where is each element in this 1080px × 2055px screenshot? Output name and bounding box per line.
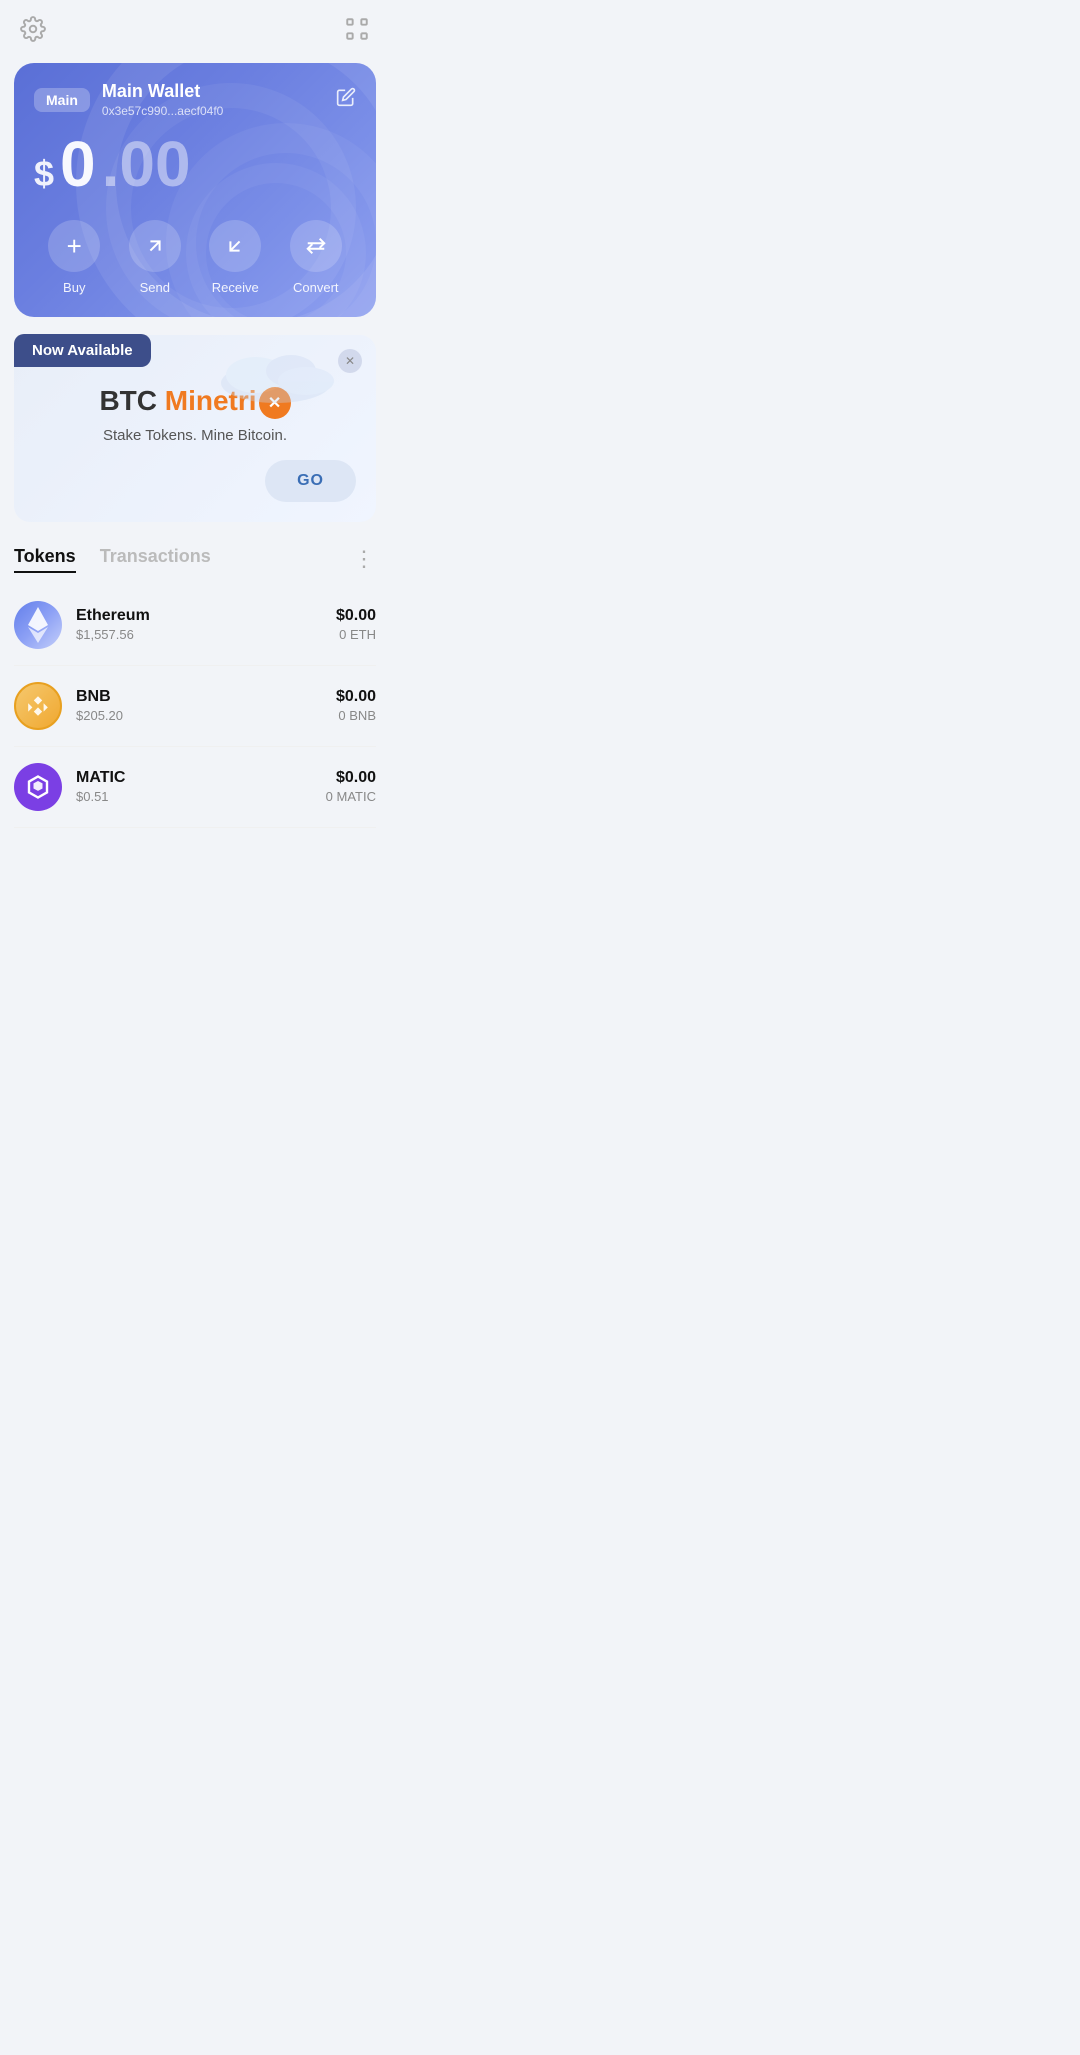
convert-icon — [290, 220, 342, 272]
eth-usd: $0.00 — [336, 607, 376, 625]
matic-token-icon — [14, 763, 62, 811]
settings-icon[interactable] — [20, 16, 46, 49]
bnb-name: BNB — [76, 688, 336, 706]
wallet-card: Main Main Wallet 0x3e57c990...aecf04f0 $… — [14, 63, 376, 317]
promo-section: Now Available ✕ BTC Minetri✕ Stake Token… — [14, 335, 376, 522]
tab-tokens[interactable]: Tokens — [14, 546, 76, 573]
matic-amount: 0 MATIC — [326, 789, 376, 804]
tab-transactions[interactable]: Transactions — [100, 546, 211, 573]
receive-icon — [209, 220, 261, 272]
balance-decimal: .00 — [102, 132, 191, 196]
bnb-token-icon — [14, 682, 62, 730]
receive-action[interactable]: Receive — [209, 220, 261, 295]
scan-icon[interactable] — [344, 16, 370, 49]
now-available-badge: Now Available — [14, 334, 151, 367]
bnb-values: $0.00 0 BNB — [336, 688, 376, 723]
token-item-eth[interactable]: Ethereum $1,557.56 $0.00 0 ETH — [14, 585, 376, 666]
edit-wallet-icon[interactable] — [336, 87, 356, 112]
bnb-amount: 0 BNB — [336, 708, 376, 723]
promo-close-button[interactable]: ✕ — [338, 349, 362, 373]
convert-label: Convert — [293, 280, 339, 295]
promo-subtitle: Stake Tokens. Mine Bitcoin. — [34, 427, 356, 444]
matic-token-info: MATIC $0.51 — [76, 769, 326, 804]
wallet-actions: + Buy Send Receive — [34, 220, 356, 295]
wallet-address: 0x3e57c990...aecf04f0 — [102, 104, 223, 118]
promo-go-button[interactable]: GO — [265, 460, 356, 502]
promo-btc-text: BTC — [99, 385, 157, 416]
send-action[interactable]: Send — [129, 220, 181, 295]
tabs-section: Tokens Transactions ⋮ — [14, 546, 376, 573]
matic-usd: $0.00 — [326, 769, 376, 787]
more-options-icon[interactable]: ⋮ — [353, 546, 376, 572]
wallet-name: Main Wallet — [102, 81, 223, 102]
wallet-header: Main Main Wallet 0x3e57c990...aecf04f0 — [34, 81, 356, 118]
bnb-usd: $0.00 — [336, 688, 376, 706]
eth-name: Ethereum — [76, 607, 336, 625]
send-label: Send — [140, 280, 170, 295]
bnb-price: $205.20 — [76, 708, 336, 723]
matic-price: $0.51 — [76, 789, 326, 804]
wallet-balance: $ 0 .00 — [34, 132, 356, 196]
balance-main: 0 — [60, 132, 96, 196]
matic-name: MATIC — [76, 769, 326, 787]
send-icon — [129, 220, 181, 272]
top-bar — [0, 0, 390, 59]
token-list: Ethereum $1,557.56 $0.00 0 ETH BNB $205.… — [14, 585, 376, 828]
wallet-tag: Main — [34, 88, 90, 112]
token-item-matic[interactable]: MATIC $0.51 $0.00 0 MATIC — [14, 747, 376, 828]
receive-label: Receive — [212, 280, 259, 295]
eth-values: $0.00 0 ETH — [336, 607, 376, 642]
buy-label: Buy — [63, 280, 85, 295]
buy-action[interactable]: + Buy — [48, 220, 100, 295]
eth-amount: 0 ETH — [336, 627, 376, 642]
token-item-bnb[interactable]: BNB $205.20 $0.00 0 BNB — [14, 666, 376, 747]
matic-values: $0.00 0 MATIC — [326, 769, 376, 804]
balance-dollar-sign: $ — [34, 153, 54, 195]
convert-action[interactable]: Convert — [290, 220, 342, 295]
eth-token-info: Ethereum $1,557.56 — [76, 607, 336, 642]
tabs-left: Tokens Transactions — [14, 546, 211, 573]
bnb-token-info: BNB $205.20 — [76, 688, 336, 723]
eth-token-icon — [14, 601, 62, 649]
buy-icon: + — [48, 220, 100, 272]
eth-price: $1,557.56 — [76, 627, 336, 642]
